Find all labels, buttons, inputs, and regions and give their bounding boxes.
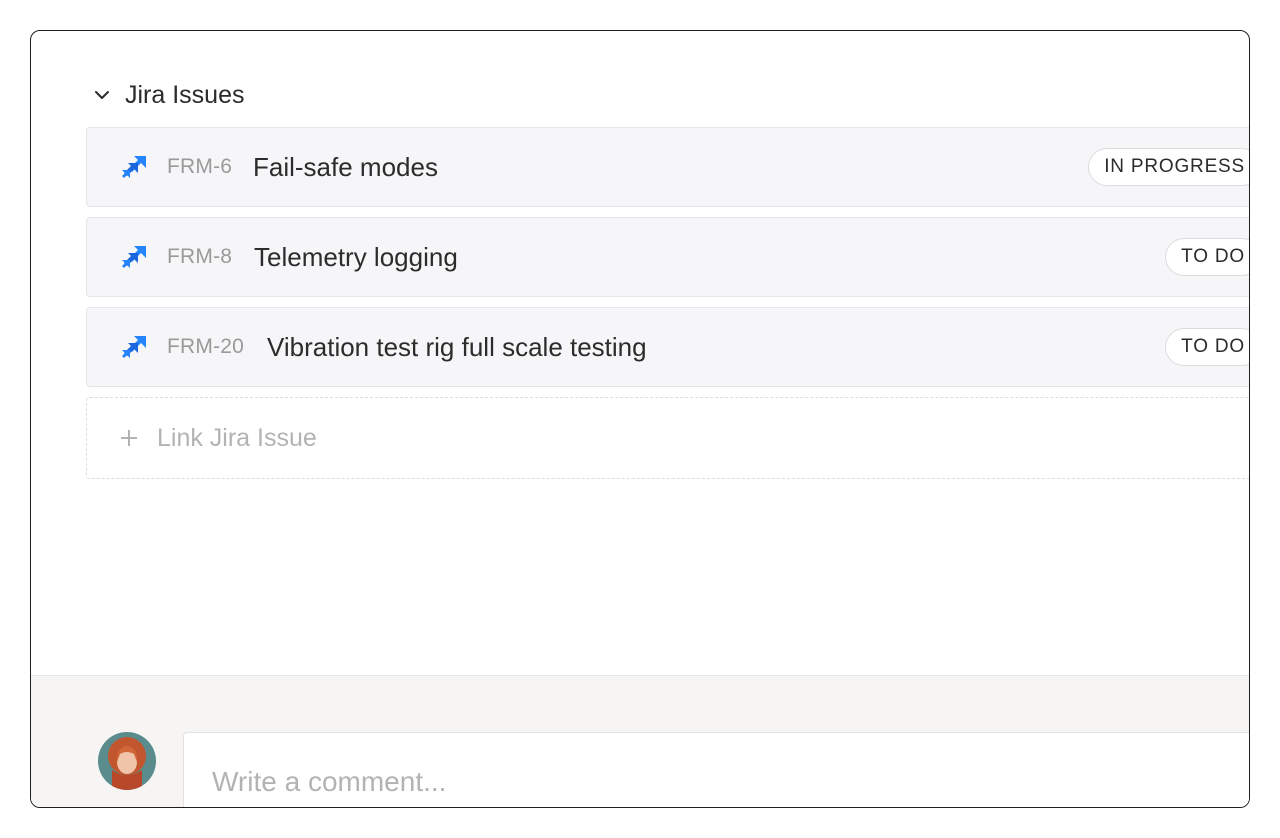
jira-issue-row[interactable]: FRM-20 Vibration test rig full scale tes… <box>86 307 1249 387</box>
jira-issue-row[interactable]: FRM-8 Telemetry logging TO DO <box>86 217 1249 297</box>
status-badge[interactable]: IN PROGRESS <box>1088 148 1249 186</box>
jira-issues-panel: Jira Issues FRM-6 Fail-safe modes IN PRO… <box>30 30 1250 808</box>
comment-footer <box>31 675 1249 807</box>
issue-key: FRM-6 <box>167 155 233 178</box>
comment-input[interactable] <box>183 732 1249 807</box>
link-jira-issue-button[interactable]: Link Jira Issue <box>86 397 1249 479</box>
issue-key: FRM-20 <box>167 335 245 358</box>
avatar <box>98 732 156 790</box>
plus-icon <box>119 428 139 448</box>
jira-issue-row[interactable]: FRM-6 Fail-safe modes IN PROGRESS <box>86 127 1249 207</box>
section-title: Jira Issues <box>125 80 245 109</box>
link-jira-issue-label: Link Jira Issue <box>157 423 317 452</box>
issue-title[interactable]: Telemetry logging <box>254 242 458 273</box>
jira-icon <box>120 244 148 272</box>
chevron-down-icon <box>93 86 111 104</box>
issue-title[interactable]: Vibration test rig full scale testing <box>267 332 647 363</box>
status-badge[interactable]: TO DO <box>1165 238 1249 276</box>
jira-icon <box>120 154 148 182</box>
jira-issue-list: FRM-6 Fail-safe modes IN PROGRESS FRM-8 … <box>86 127 1249 479</box>
issue-title[interactable]: Fail-safe modes <box>253 152 438 183</box>
jira-issues-section-toggle[interactable]: Jira Issues <box>93 75 244 115</box>
status-badge[interactable]: TO DO <box>1165 328 1249 366</box>
issue-key: FRM-8 <box>167 245 233 268</box>
jira-icon <box>120 334 148 362</box>
